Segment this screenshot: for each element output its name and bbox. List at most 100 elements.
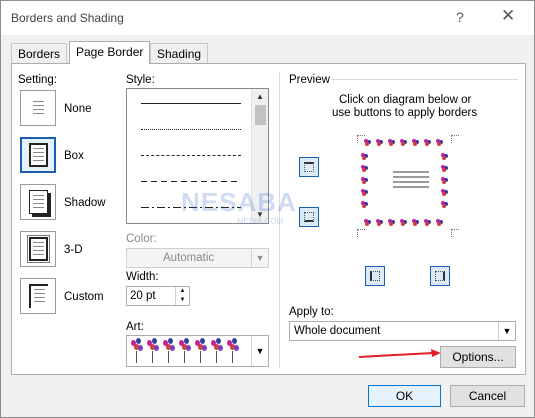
setting-custom-button[interactable] — [20, 278, 56, 314]
page-3d-icon — [27, 235, 50, 263]
color-dropdown[interactable]: Automatic ▼ — [126, 248, 269, 268]
help-button[interactable]: ? — [456, 9, 464, 25]
chevron-down-icon: ▼ — [251, 336, 268, 366]
corner-mark — [357, 229, 365, 237]
art-label: Art: — [126, 321, 144, 333]
window-title: Borders and Shading — [11, 11, 124, 25]
bottom-border-button[interactable] — [299, 207, 319, 227]
border-balloon-icon — [361, 177, 369, 185]
border-balloon-icon — [361, 189, 369, 197]
borders-and-shading-dialog: Borders and Shading ? ✕ Borders Page Bor… — [0, 0, 535, 418]
border-balloon-icon — [361, 201, 369, 209]
cancel-button[interactable]: Cancel — [450, 385, 525, 407]
width-label: Width: — [126, 271, 159, 283]
setting-box-button[interactable] — [20, 137, 56, 173]
width-value: 20 pt — [130, 290, 156, 302]
corner-mark — [451, 229, 459, 237]
top-border-button[interactable] — [299, 157, 319, 177]
left-border-icon — [370, 271, 380, 281]
chevron-down-icon: ▼ — [251, 249, 268, 267]
setting-box-label[interactable]: Box — [64, 150, 84, 162]
page-shadow-icon — [29, 190, 48, 214]
border-balloon-icon — [441, 165, 449, 173]
style-line-dashed[interactable] — [141, 155, 241, 156]
setting-label: Setting: — [18, 74, 57, 86]
border-balloon-icon — [376, 219, 384, 227]
preview-label: Preview — [289, 74, 330, 86]
setting-shadow-label[interactable]: Shadow — [64, 197, 106, 209]
setting-none-button[interactable] — [20, 90, 56, 126]
balloon-icon — [163, 338, 175, 364]
scroll-thumb[interactable] — [255, 105, 266, 125]
border-balloon-icon — [364, 139, 372, 147]
tab-page-border[interactable]: Page Border — [69, 41, 151, 64]
page-none-icon — [29, 96, 48, 120]
setting-custom-label[interactable]: Custom — [64, 291, 104, 303]
title-bar: Borders and Shading ? ✕ — [1, 1, 534, 35]
art-dropdown[interactable]: ▼ — [126, 335, 269, 367]
corner-mark — [451, 135, 459, 143]
style-line-dashed-long[interactable] — [141, 181, 241, 182]
apply-to-label: Apply to: — [289, 306, 334, 318]
color-label: Color: — [126, 233, 157, 245]
style-line-dotted[interactable] — [141, 129, 241, 130]
page-preview-diagram[interactable] — [357, 135, 459, 237]
red-arrow-annotation — [358, 349, 441, 358]
border-balloon-icon — [388, 219, 396, 227]
left-border-button[interactable] — [365, 266, 385, 286]
border-balloon-icon — [412, 139, 420, 147]
border-balloon-icon — [441, 153, 449, 161]
color-value: Automatic — [163, 252, 215, 264]
balloon-icon — [211, 338, 223, 364]
setting-3d-label[interactable]: 3-D — [64, 244, 83, 256]
balloon-icon — [179, 338, 191, 364]
style-line-solid[interactable] — [141, 103, 241, 104]
border-balloon-icon — [376, 139, 384, 147]
preview-text-lines — [393, 171, 429, 191]
top-border-icon — [304, 162, 314, 172]
balloon-icon — [147, 338, 159, 364]
preview-divider — [331, 79, 518, 80]
ok-button[interactable]: OK — [368, 385, 441, 407]
balloon-icon — [195, 338, 207, 364]
tab-borders[interactable]: Borders — [11, 43, 68, 63]
setting-none-label[interactable]: None — [64, 103, 92, 115]
border-balloon-icon — [424, 219, 432, 227]
watermark-logo: NESABA — [181, 187, 297, 217]
right-border-button[interactable] — [430, 266, 450, 286]
preview-section: Preview Click on diagram below or use bu… — [289, 64, 527, 374]
border-balloon-icon — [364, 219, 372, 227]
page-box-icon — [29, 143, 48, 167]
corner-mark — [357, 135, 365, 143]
border-balloon-icon — [388, 139, 396, 147]
border-balloon-icon — [412, 219, 420, 227]
border-balloon-icon — [436, 219, 444, 227]
spin-up-icon[interactable]: ▲ — [175, 287, 189, 296]
preview-instruction-2: use buttons to apply borders — [332, 107, 478, 119]
options-button[interactable]: Options... — [440, 346, 516, 368]
border-balloon-icon — [424, 139, 432, 147]
setting-shadow-button[interactable] — [20, 184, 56, 220]
spin-down-icon[interactable]: ▼ — [175, 296, 189, 305]
width-spinner[interactable]: 20 pt ▲ ▼ — [126, 286, 190, 306]
preview-instruction-1: Click on diagram below or — [339, 94, 472, 106]
right-border-icon — [435, 271, 445, 281]
watermark-sub: MEDIA.COM — [237, 217, 284, 226]
chevron-down-icon: ▼ — [498, 322, 515, 340]
border-balloon-icon — [361, 153, 369, 161]
border-balloon-icon — [441, 201, 449, 209]
border-balloon-icon — [441, 177, 449, 185]
border-balloon-icon — [400, 139, 408, 147]
bottom-border-icon — [304, 212, 314, 222]
close-button[interactable]: ✕ — [501, 6, 515, 26]
balloon-icon — [131, 338, 143, 364]
apply-to-value: Whole document — [294, 325, 381, 337]
border-balloon-icon — [400, 219, 408, 227]
scroll-up-icon[interactable]: ▲ — [252, 89, 268, 105]
page-custom-icon — [29, 284, 48, 308]
apply-to-dropdown[interactable]: Whole document ▼ — [289, 321, 516, 341]
tab-shading[interactable]: Shading — [150, 43, 209, 63]
style-label: Style: — [126, 74, 155, 86]
tab-strip: Borders Page Border Shading — [11, 41, 526, 64]
setting-3d-button[interactable] — [20, 231, 56, 267]
